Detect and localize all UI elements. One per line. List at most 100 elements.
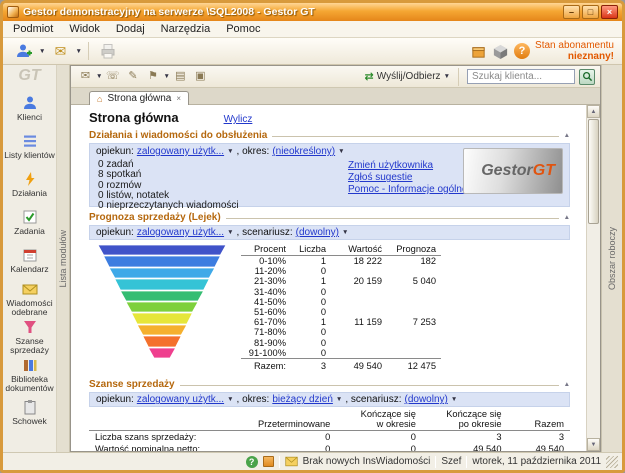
section-collapse-button[interactable]: ▲	[564, 214, 570, 221]
logo-accent: GT	[532, 162, 555, 179]
chevron-down-icon[interactable]: ▼	[451, 396, 457, 403]
help-status-icon[interactable]: ?	[245, 455, 258, 468]
sidebar-item-szanse-sprzedazy[interactable]: Szanse sprzedaży	[3, 317, 56, 355]
menu-dodaj[interactable]: Dodaj	[108, 22, 153, 36]
sidebar-item-wiadomosci-odebrane[interactable]: Wiadomości odebrane	[3, 279, 56, 317]
period-dropdown[interactable]: (nieokreślony)	[272, 146, 335, 157]
workspace-strip[interactable]: Obszar roboczy	[601, 65, 622, 452]
table-cell: 1	[320, 276, 326, 287]
table-cell: 91-100%	[248, 347, 286, 358]
table-cell: 0	[325, 432, 331, 443]
funnel-slice	[108, 267, 216, 279]
help-link[interactable]: Pomoc - Informacje ogólne	[348, 184, 468, 195]
section-collapse-button[interactable]: ▲	[564, 381, 570, 388]
scenario-dropdown[interactable]: (dowolny)	[296, 227, 339, 238]
tab-strona-glowna[interactable]: ⌂ Strona główna ×	[89, 91, 190, 105]
chevron-down-icon[interactable]: ▼	[39, 48, 45, 55]
page-title: Strona główna	[89, 110, 179, 125]
print-icon[interactable]: ▣	[191, 68, 210, 85]
chevron-down-icon[interactable]: ▼	[96, 73, 102, 80]
table-cell	[331, 307, 387, 317]
funnel-slice	[102, 255, 222, 268]
table-cell: 41-50%	[253, 296, 286, 307]
print-button[interactable]	[95, 40, 121, 62]
suggestions-link[interactable]: Zgłoś sugestie	[348, 172, 468, 183]
scroll-down-button[interactable]: ▼	[587, 438, 600, 451]
tab-close-icon[interactable]: ×	[176, 94, 181, 103]
chevron-down-icon[interactable]: ▼	[338, 148, 344, 155]
table-cell: Wartość nominalna netto:	[95, 444, 201, 451]
period-label: , okres:	[236, 146, 270, 157]
home-icon: ⌂	[97, 93, 103, 104]
table-cell	[331, 327, 387, 337]
add-client-button[interactable]	[11, 40, 37, 62]
workspace: GT Klienci Listy klientów Działania Zada…	[3, 65, 622, 452]
menu-podmiot[interactable]: Podmiot	[5, 22, 61, 36]
statusbar-divider	[278, 455, 280, 468]
table-row: 31-40% 0	[241, 287, 441, 297]
sidebar-item-zadania[interactable]: Zadania	[3, 203, 56, 241]
sidebar-item-kalendarz[interactable]: Kalendarz	[3, 241, 56, 279]
resize-grip[interactable]	[606, 455, 618, 468]
scenario-dropdown[interactable]: (dowolny)	[404, 394, 447, 405]
sidebar-item-klienci[interactable]: Klienci	[3, 89, 56, 127]
chevron-down-icon[interactable]: ▼	[227, 396, 233, 403]
sidebar-item-schowek[interactable]: Schowek	[3, 393, 56, 431]
maximize-button[interactable]: □	[582, 5, 599, 19]
owner-dropdown[interactable]: zalogowany użytk...	[137, 146, 224, 157]
stat-unread-messages: 0 nieprzeczytanych wiadomości	[98, 200, 239, 212]
reports-icon[interactable]: ▤	[171, 68, 190, 85]
forecast-body: Procent Liczba Wartość Prognoza 0-10% 1 18…	[89, 240, 570, 374]
content-scrollbar[interactable]: ▲ ▼	[586, 105, 600, 451]
chevron-down-icon[interactable]: ▼	[163, 73, 169, 80]
chevron-down-icon[interactable]: ▼	[75, 48, 81, 55]
close-button[interactable]: ×	[601, 5, 618, 19]
package-status-icon[interactable]	[262, 456, 274, 467]
sidebar-item-biblioteka-dokumentow[interactable]: Biblioteka dokumentów	[3, 355, 56, 393]
subscription-status[interactable]: Stan abonamentu nieznany!	[535, 40, 614, 62]
new-message-button[interactable]: ✉	[47, 40, 73, 62]
minimize-button[interactable]: –	[563, 5, 580, 19]
table-cell	[387, 266, 441, 276]
module-list-strip[interactable]: Lista modułów	[57, 65, 70, 452]
menu-pomoc[interactable]: Pomoc	[218, 22, 268, 36]
table-cell	[331, 297, 387, 307]
new-note-icon[interactable]: ✎	[123, 68, 142, 85]
funnel-slice	[136, 324, 188, 336]
subscription-help-icon[interactable]: ?	[514, 43, 531, 59]
menu-narzedzia[interactable]: Narzędzia	[153, 22, 219, 36]
funnel-slice	[125, 301, 199, 313]
scrollbar-thumb[interactable]	[588, 119, 599, 224]
chevron-down-icon[interactable]: ▼	[342, 229, 348, 236]
period-dropdown[interactable]: bieżący dzień	[272, 394, 333, 405]
owner-dropdown[interactable]: zalogowany użytk...	[137, 227, 224, 238]
search-input[interactable]	[467, 69, 575, 84]
recalculate-link[interactable]: Wylicz	[224, 114, 253, 125]
owner-dropdown[interactable]: zalogowany użytk...	[137, 394, 224, 405]
section-collapse-button[interactable]: ▲	[564, 132, 570, 139]
clipboard-icon	[24, 400, 35, 415]
new-call-icon[interactable]: ☏	[103, 68, 122, 85]
funnel-chart	[97, 244, 227, 359]
search-button[interactable]	[579, 68, 595, 85]
send-receive-button[interactable]: ⇄ Wyślij/Odbierz ▼	[365, 70, 450, 83]
table-cell	[387, 348, 441, 359]
table-row: Wartość nominalna netto: 0 0 49 540 49 540	[89, 443, 570, 451]
table-cell: 0	[320, 347, 326, 358]
chevron-down-icon: ▼	[443, 73, 450, 80]
new-task-icon[interactable]: ⚑	[143, 68, 162, 85]
chevron-down-icon[interactable]: ▼	[336, 396, 342, 403]
table-cell	[331, 348, 387, 359]
menu-widok[interactable]: Widok	[61, 22, 108, 36]
chevron-down-icon[interactable]: ▼	[227, 148, 233, 155]
table-cell: 3	[558, 432, 564, 443]
scroll-up-button[interactable]: ▲	[587, 105, 600, 118]
new-email-icon[interactable]: ✉	[76, 68, 95, 85]
owner-label: opiekun:	[96, 227, 134, 238]
column-header: Prognoza	[387, 244, 441, 256]
change-user-link[interactable]: Zmień użytkownika	[348, 160, 468, 171]
page-header: Strona główna Wylicz	[89, 110, 570, 125]
sidebar-item-listy-klientow[interactable]: Listy klientów	[3, 127, 56, 165]
sidebar-item-dzialania[interactable]: Działania	[3, 165, 56, 203]
chevron-down-icon[interactable]: ▼	[227, 229, 233, 236]
